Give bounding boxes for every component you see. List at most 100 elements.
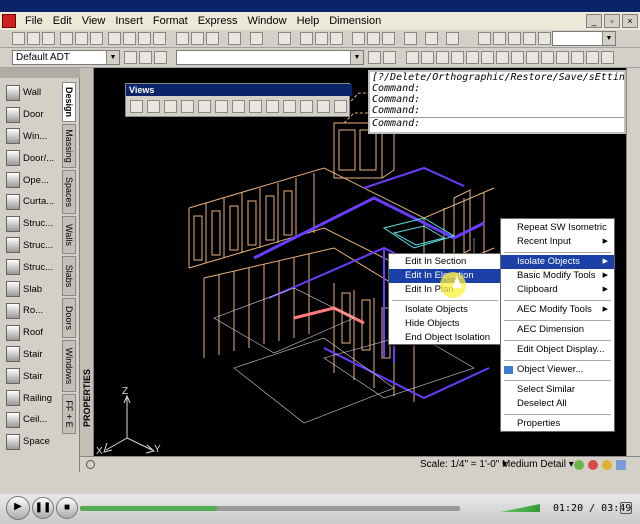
tab-doors[interactable]: Doors (62, 298, 76, 338)
paste-icon[interactable] (138, 32, 151, 45)
vertical-scrollbar[interactable] (626, 68, 640, 456)
publish-icon[interactable] (90, 32, 103, 45)
tool-space[interactable]: Space (6, 431, 60, 453)
zoom-window-icon[interactable] (315, 32, 328, 45)
pan-icon[interactable] (278, 32, 291, 45)
zoom-previous-icon[interactable] (330, 32, 343, 45)
play-icon[interactable]: ▶ (6, 496, 30, 520)
arc-icon[interactable] (466, 51, 479, 64)
tool-opening[interactable]: Ope... (6, 169, 60, 191)
close-icon[interactable]: × (622, 14, 638, 28)
palette-header[interactable] (0, 68, 80, 78)
sw-iso-icon[interactable] (249, 100, 262, 113)
left-view-icon[interactable] (181, 100, 194, 113)
pause-icon[interactable]: ❚❚ (32, 497, 54, 519)
copy-icon[interactable] (123, 32, 136, 45)
make-current-icon[interactable] (368, 51, 381, 64)
menu-format[interactable]: Format (148, 15, 193, 27)
zoom-realtime-icon[interactable] (300, 32, 313, 45)
tool-g-icon[interactable] (508, 32, 521, 45)
tool-c-icon[interactable] (206, 32, 219, 45)
chevron-down-icon[interactable]: ▼ (106, 51, 119, 64)
insert-block-icon[interactable] (526, 51, 539, 64)
tool-structure-1[interactable]: Struc... (6, 213, 60, 235)
status-icon-d[interactable] (616, 460, 626, 470)
tool-structure-2[interactable]: Struc... (6, 235, 60, 257)
point-icon[interactable] (556, 51, 569, 64)
tool-b-icon[interactable] (191, 32, 204, 45)
top-view-icon[interactable] (147, 100, 160, 113)
menu-item-isolate-objects[interactable]: Isolate Objects ▶ (501, 255, 614, 269)
tool-door-window-assembly[interactable]: Door/... (6, 147, 60, 169)
tool-window[interactable]: Win... (6, 126, 60, 148)
toolbar-combo[interactable]: ▼ (552, 31, 616, 46)
menu-edit[interactable]: Edit (48, 15, 77, 27)
fullscreen-icon[interactable] (620, 502, 632, 514)
stop-icon[interactable]: ■ (56, 497, 78, 519)
calculator-icon[interactable] (404, 32, 417, 45)
views-toolbar-title[interactable]: Views (126, 84, 352, 96)
nw-iso-icon[interactable] (300, 100, 313, 113)
tool-roof-slab[interactable]: Ro... (6, 300, 60, 322)
layer-tool-icon[interactable] (383, 51, 396, 64)
menu-item-basic-modify-tools[interactable]: Basic Modify Tools ▶ (501, 269, 614, 283)
bottom-view-icon[interactable] (164, 100, 177, 113)
tool-d-icon[interactable] (446, 32, 459, 45)
properties-icon[interactable] (352, 32, 365, 45)
properties-bar[interactable]: PROPERTIES (80, 68, 94, 472)
layer-combo[interactable]: Default ADT ▼ (12, 50, 120, 65)
menu-item-end-object-isolation[interactable]: End Object Isolation (389, 331, 501, 345)
named-views-icon[interactable] (130, 100, 143, 113)
new-file-icon[interactable] (12, 32, 25, 45)
menu-window[interactable]: Window (242, 15, 291, 27)
scale-selector[interactable]: Scale: 1/4" = 1'-0" ▾ (420, 459, 507, 470)
menu-express[interactable]: Express (193, 15, 243, 27)
open-file-icon[interactable] (27, 32, 40, 45)
tool-slab[interactable]: Slab (6, 278, 60, 300)
se-iso-icon[interactable] (266, 100, 279, 113)
app-icon[interactable] (2, 14, 16, 28)
tab-walls[interactable]: Walls (62, 216, 76, 254)
menu-dimension[interactable]: Dimension (324, 15, 386, 27)
tool-curtain-wall[interactable]: Curta... (6, 191, 60, 213)
tool-structure-3[interactable]: Struc... (6, 256, 60, 278)
tool-e-icon[interactable] (478, 32, 491, 45)
chevron-down-icon[interactable]: ▼ (602, 32, 615, 45)
front-view-icon[interactable] (215, 100, 228, 113)
tool-palettes-icon[interactable] (382, 32, 395, 45)
layer-manager-icon[interactable] (124, 51, 137, 64)
menu-item-isolate-objects[interactable]: Isolate Objects (389, 303, 501, 317)
seek-bar[interactable] (80, 506, 460, 511)
view-option-icon[interactable] (334, 100, 347, 113)
region-icon[interactable] (586, 51, 599, 64)
menu-item-aec-modify-tools[interactable]: AEC Modify Tools ▶ (501, 303, 614, 317)
volume-icon[interactable] (500, 504, 540, 512)
mtext-icon[interactable] (601, 51, 614, 64)
tool-roof[interactable]: Roof (6, 322, 60, 344)
menu-insert[interactable]: Insert (110, 15, 148, 27)
circle-icon[interactable] (481, 51, 494, 64)
menu-item-repeat-sw-isometric[interactable]: Repeat SW Isometric (501, 221, 614, 235)
help-icon[interactable] (425, 32, 438, 45)
display-detail-selector[interactable]: Medium Detail ▾ (502, 459, 574, 470)
tool-stair-2[interactable]: Stair (6, 365, 60, 387)
tool-railing[interactable]: Railing (6, 387, 60, 409)
command-input[interactable]: Command: (370, 117, 624, 129)
menu-view[interactable]: View (77, 15, 111, 27)
polygon-icon[interactable] (436, 51, 449, 64)
ellipse-icon[interactable] (511, 51, 524, 64)
tab-ffe[interactable]: FF + E (62, 394, 76, 434)
tool-ceiling-grid[interactable]: Ceil... (6, 409, 60, 431)
menu-item-clipboard[interactable]: Clipboard ▶ (501, 283, 614, 297)
menu-item-edit-object-display[interactable]: Edit Object Display... (501, 343, 614, 357)
status-icon-b[interactable] (588, 460, 598, 470)
polyline-icon[interactable] (421, 51, 434, 64)
design-center-icon[interactable] (367, 32, 380, 45)
spline-icon[interactable] (496, 51, 509, 64)
minimize-icon[interactable]: _ (586, 14, 602, 28)
tool-f-icon[interactable] (493, 32, 506, 45)
tab-massing[interactable]: Massing (62, 124, 76, 168)
save-icon[interactable] (42, 32, 55, 45)
restore-icon[interactable]: ▫ (604, 14, 620, 28)
menu-item-hide-objects[interactable]: Hide Objects (389, 317, 501, 331)
